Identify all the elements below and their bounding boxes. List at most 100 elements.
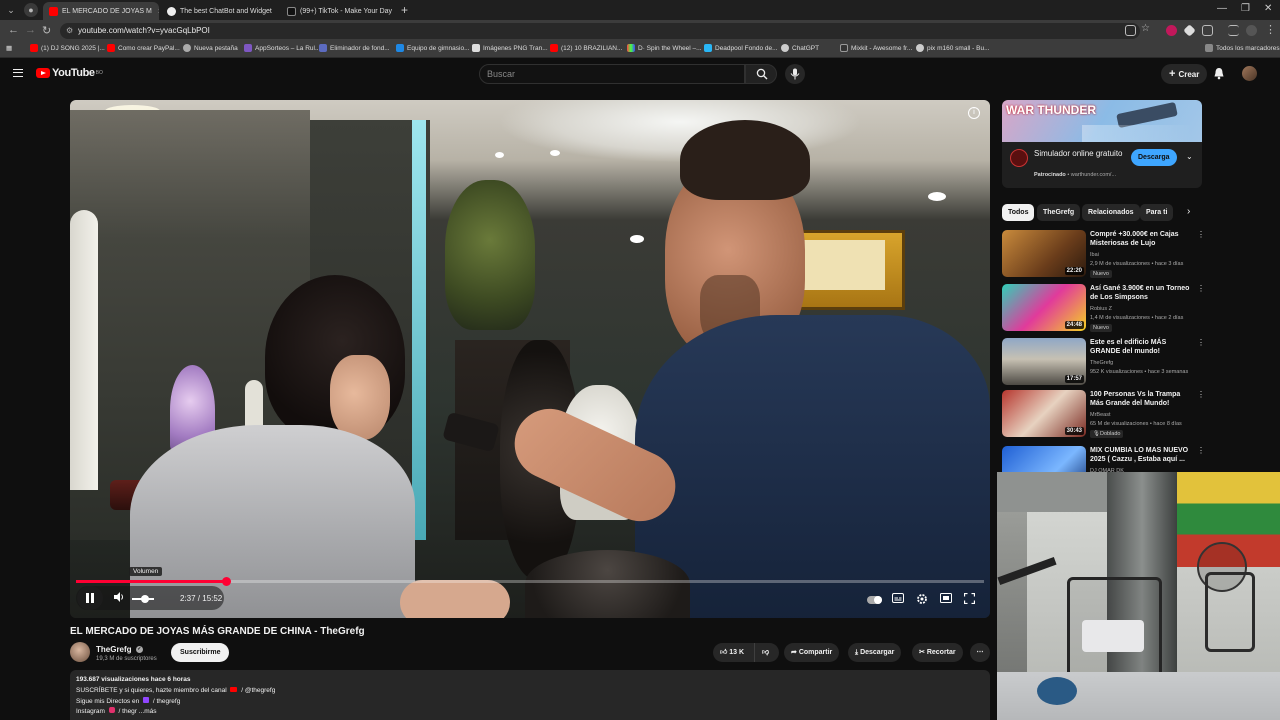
- list-item[interactable]: 17:57 Este es el edificio MÁS GRANDE del…: [1002, 338, 1205, 388]
- more-vert-icon[interactable]: ⋮: [1197, 284, 1205, 293]
- autoplay-toggle[interactable]: [867, 596, 882, 604]
- minimize-icon[interactable]: —: [1217, 3, 1227, 14]
- create-button[interactable]: + Crear: [1161, 64, 1208, 84]
- bookmark-item[interactable]: pix m160 small - Bu...: [916, 44, 990, 52]
- share-button[interactable]: ➦ Compartir: [784, 643, 840, 662]
- all-bookmarks[interactable]: Todos los marcadores: [1205, 44, 1280, 52]
- voice-search-button[interactable]: [785, 64, 805, 84]
- ad-title[interactable]: Simulador online gratuito: [1034, 149, 1124, 159]
- menu-kebab-icon[interactable]: ⋮: [1265, 23, 1276, 36]
- channel-name[interactable]: Robius Z: [1090, 306, 1112, 312]
- back-icon[interactable]: ←: [8, 24, 19, 36]
- install-app-icon[interactable]: [1125, 25, 1136, 36]
- bookmark-item[interactable]: Nueva pestaña: [183, 44, 238, 52]
- search-button[interactable]: [745, 64, 777, 84]
- reload-icon[interactable]: ↻: [42, 24, 51, 37]
- video-thumbnail[interactable]: 30:43: [1002, 390, 1086, 437]
- video-title[interactable]: MIX CUMBIA LO MAS NUEVO 2025 ( Cazzu , E…: [1090, 446, 1194, 464]
- video-title[interactable]: Este es el edificio MÁS GRANDE del mundo…: [1090, 338, 1194, 356]
- instagram-link[interactable]: / thegr: [119, 708, 137, 715]
- bookmark-item[interactable]: AppSorteos – La Rul...: [244, 44, 320, 52]
- channel-name[interactable]: Ibai: [1090, 252, 1099, 258]
- chevron-right-icon[interactable]: ›: [1187, 206, 1190, 217]
- video-title[interactable]: Así Gané 3.900€ en un Torneo de Los Simp…: [1090, 284, 1194, 302]
- tab-chatbot[interactable]: The best ChatBot and Widget ×: [161, 2, 277, 20]
- close-icon[interactable]: ×: [272, 6, 277, 16]
- video-thumbnail[interactable]: 24:48: [1002, 284, 1086, 331]
- bookmark-item[interactable]: Imágenes PNG Tran...: [472, 44, 548, 52]
- window-close-icon[interactable]: ✕: [1264, 3, 1272, 14]
- extensions-puzzle-icon[interactable]: [1202, 25, 1213, 36]
- show-more-link[interactable]: ...más: [139, 708, 157, 715]
- list-item[interactable]: 30:43 100 Personas Vs la Trampa Más Gran…: [1002, 390, 1205, 440]
- channel-name[interactable]: MrBeast: [1090, 412, 1110, 418]
- settings-gear-icon[interactable]: [916, 593, 928, 609]
- more-vert-icon[interactable]: ⋮: [1197, 446, 1205, 455]
- more-actions-button[interactable]: ⋯: [970, 643, 990, 662]
- chip-para-ti[interactable]: Para ti: [1140, 204, 1174, 221]
- bookmark-item[interactable]: (1) DJ SONG 2025 |...: [30, 44, 105, 52]
- dislike-button[interactable]: 👎︎: [754, 643, 779, 662]
- list-item[interactable]: 22:20 Compré +30.000€ en Cajas Misterios…: [1002, 230, 1205, 280]
- search-input[interactable]: Buscar: [479, 64, 745, 84]
- channel-avatar[interactable]: [70, 642, 90, 662]
- video-thumbnail[interactable]: 22:20: [1002, 230, 1086, 277]
- video-title[interactable]: 100 Personas Vs la Trampa Más Grande del…: [1090, 390, 1194, 408]
- theater-mode-icon[interactable]: [940, 593, 952, 607]
- chip-relacionados[interactable]: Relacionados: [1082, 204, 1140, 221]
- ad-banner-image[interactable]: WAR THUNDER: [1002, 100, 1202, 142]
- bookmark-item[interactable]: Mixkit - Awesome fr...: [840, 44, 912, 52]
- subtitles-icon[interactable]: [892, 593, 904, 607]
- clip-button[interactable]: ✂ Recortar: [912, 643, 963, 662]
- more-vert-icon[interactable]: ⋮: [1197, 338, 1205, 347]
- notifications-bell-icon[interactable]: [1213, 67, 1225, 80]
- subscribe-button[interactable]: Suscribirme: [171, 643, 230, 662]
- site-info-icon[interactable]: ⚙: [66, 23, 73, 39]
- url-bar[interactable]: ⚙ youtube.com/watch?v=yvacGqLbPOI: [60, 23, 1140, 39]
- info-icon[interactable]: i: [968, 107, 980, 119]
- progress-bar[interactable]: [76, 577, 984, 586]
- channel-name[interactable]: TheGrefg ✓: [96, 645, 143, 654]
- progress-scrubber[interactable]: [221, 577, 231, 586]
- close-icon[interactable]: ×: [152, 6, 159, 16]
- bookmark-item[interactable]: Eliminador de fond...: [319, 44, 390, 52]
- extension-red-icon[interactable]: [1166, 25, 1177, 36]
- channel-name[interactable]: TheGrefg: [1090, 360, 1113, 366]
- download-button[interactable]: ⤓ Descargar: [848, 643, 902, 662]
- account-avatar[interactable]: [1242, 66, 1257, 81]
- bookmark-item[interactable]: Deadpool Fondo de...: [704, 44, 778, 52]
- maximize-icon[interactable]: ❐: [1241, 3, 1250, 14]
- twitch-link[interactable]: / thegrefg: [153, 698, 180, 705]
- apps-grid-icon[interactable]: ▦: [6, 44, 12, 52]
- close-icon[interactable]: ×: [392, 6, 397, 16]
- new-tab-icon[interactable]: +: [401, 3, 408, 17]
- video-thumbnail[interactable]: 17:57: [1002, 338, 1086, 385]
- media-control-icon[interactable]: [1228, 25, 1239, 36]
- tab-youtube[interactable]: EL MERCADO DE JOYAS M ×: [43, 2, 159, 20]
- pause-button[interactable]: [77, 586, 103, 610]
- more-vert-icon[interactable]: ⋮: [1197, 230, 1205, 239]
- volume-icon[interactable]: [114, 592, 125, 605]
- hamburger-menu-icon[interactable]: [13, 69, 23, 77]
- bookmark-item[interactable]: Como crear PayPal...: [107, 44, 180, 52]
- tab-search-icon[interactable]: ⌄: [4, 3, 18, 17]
- profile-icon[interactable]: ●: [24, 3, 38, 17]
- bookmark-item[interactable]: D· Spin the Wheel –...: [627, 44, 702, 52]
- video-player[interactable]: i Volumen 2:37 / 15:52: [70, 100, 990, 618]
- bookmark-item[interactable]: ChatGPT: [781, 44, 819, 52]
- profile-avatar-icon[interactable]: [1246, 25, 1257, 36]
- tab-tiktok[interactable]: (99+) TikTok - Make Your Day ×: [281, 2, 397, 20]
- extension-diamond-icon[interactable]: [1183, 24, 1196, 37]
- channel-link[interactable]: / @thegrefg: [241, 687, 275, 694]
- more-vert-icon[interactable]: ⋮: [1197, 390, 1205, 399]
- chip-todos[interactable]: Todos: [1002, 204, 1035, 221]
- volume-slider-knob[interactable]: [141, 595, 149, 603]
- chip-thegrefg[interactable]: TheGrefg: [1037, 204, 1081, 221]
- youtube-logo[interactable]: YouTube BO: [36, 67, 103, 79]
- bookmark-item[interactable]: Equipo de gimnasio...: [396, 44, 470, 52]
- ad-card[interactable]: WAR THUNDER Simulador online gratuito Pa…: [1002, 100, 1202, 188]
- video-title[interactable]: Compré +30.000€ en Cajas Misteriosas de …: [1090, 230, 1194, 248]
- chevron-down-icon[interactable]: ⌄: [1186, 152, 1193, 161]
- list-item[interactable]: 24:48 Así Gané 3.900€ en un Torneo de Lo…: [1002, 284, 1205, 334]
- bookmark-item[interactable]: (12) 10 BRAZILIAN...: [550, 44, 622, 52]
